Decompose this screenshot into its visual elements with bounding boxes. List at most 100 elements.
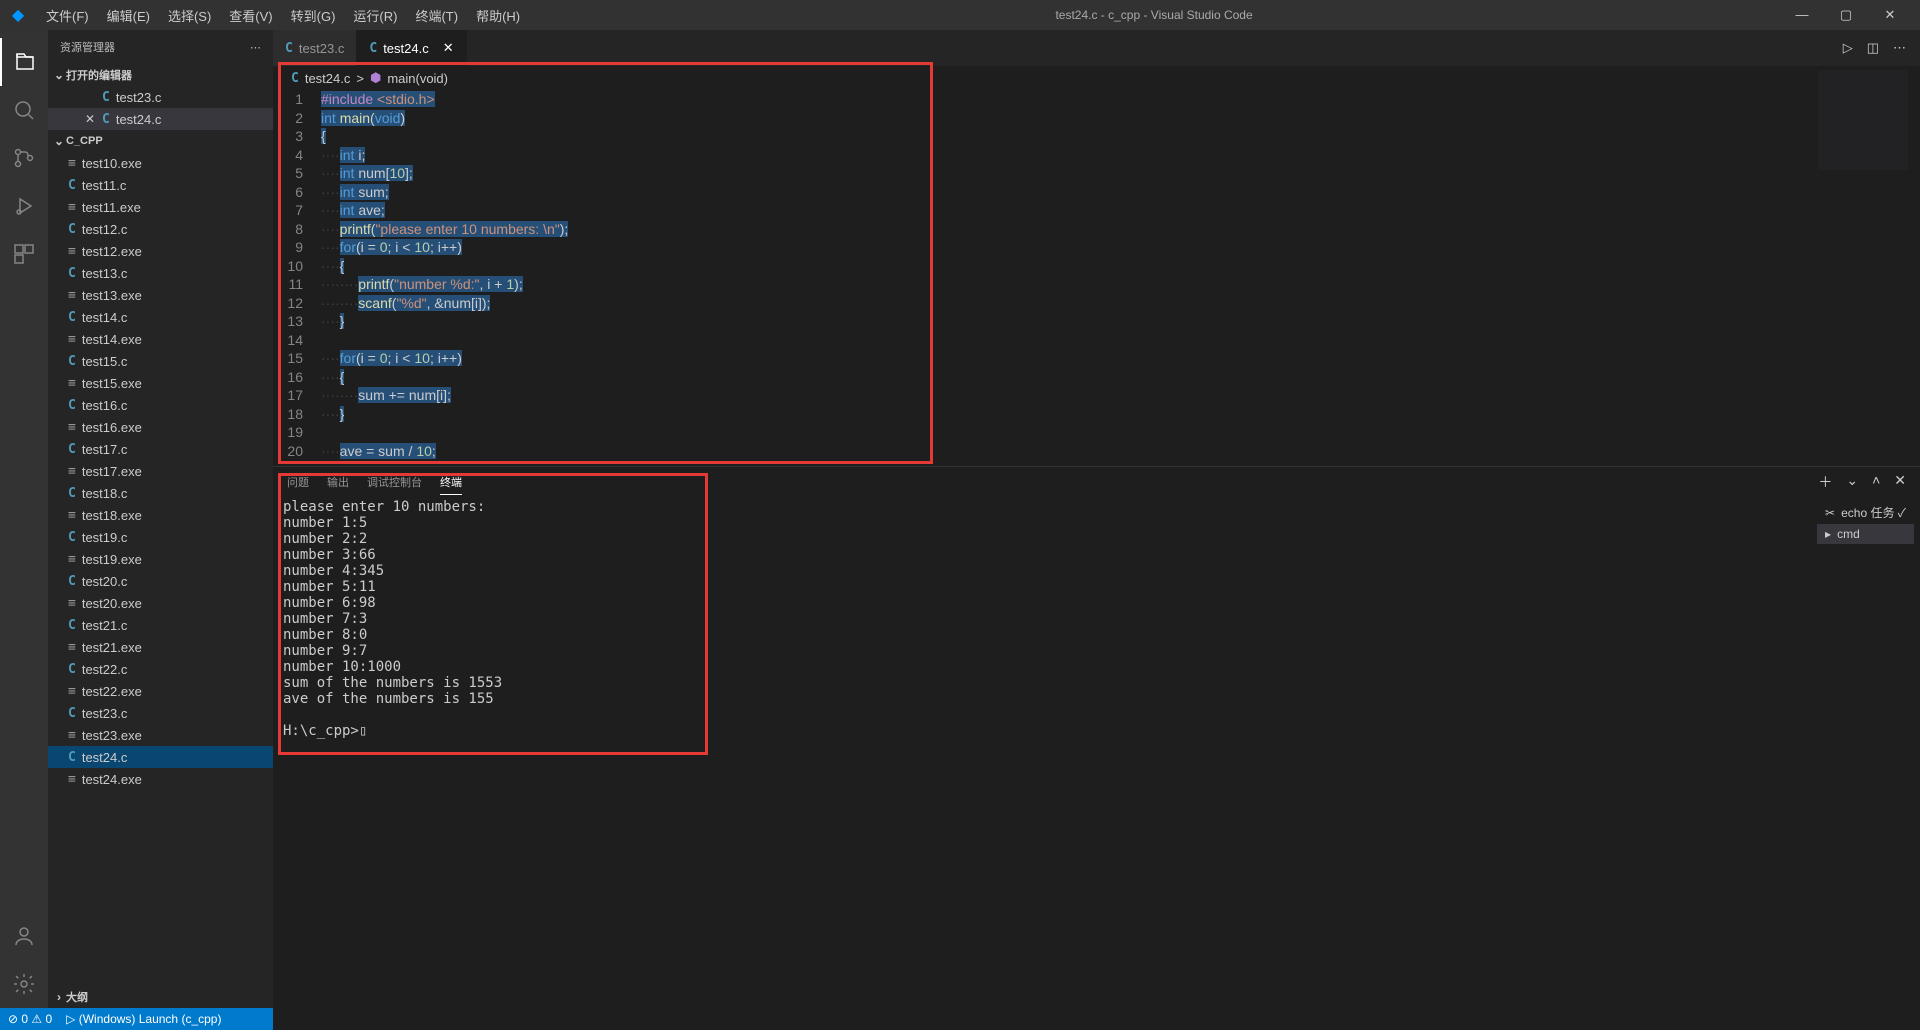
file-tree-item[interactable]: ≡test24.exe [48, 768, 273, 790]
editor-tab[interactable]: Ctest24.c✕ [357, 30, 466, 66]
minimize-button[interactable]: — [1790, 7, 1814, 23]
code-line[interactable]: 13····} [273, 312, 1920, 331]
file-name: test24.exe [82, 772, 142, 787]
file-tree-item[interactable]: Ctest18.c [48, 482, 273, 504]
settings-gear-icon[interactable] [0, 960, 48, 1008]
run-debug-icon[interactable] [0, 182, 48, 230]
search-icon[interactable] [0, 86, 48, 134]
file-tree-item[interactable]: ≡test23.exe [48, 724, 273, 746]
code-line[interactable]: 3{ [273, 127, 1920, 146]
code-line[interactable]: 12········scanf("%d", &num[i]); [273, 294, 1920, 313]
file-tree-item[interactable]: ≡test18.exe [48, 504, 273, 526]
code-line[interactable]: 16····{ [273, 368, 1920, 387]
status-problems[interactable]: ⊘ 0 ⚠ 0 [8, 1012, 52, 1026]
file-tree-item[interactable]: Ctest20.c [48, 570, 273, 592]
file-tree-item[interactable]: Ctest14.c [48, 306, 273, 328]
code-line[interactable]: 6····int sum; [273, 183, 1920, 202]
file-tree-item[interactable]: Ctest16.c [48, 394, 273, 416]
menu-item[interactable]: 转到(G) [283, 2, 344, 29]
code-line[interactable]: 20····ave = sum / 10; [273, 442, 1920, 461]
panel: 问题输出调试控制台终端 ＋ ⌄ ˄ ✕ please enter 10 numb… [273, 466, 1920, 1030]
code-line[interactable]: 5····int num[10]; [273, 164, 1920, 183]
code-line[interactable]: 19 [273, 423, 1920, 442]
panel-tab[interactable]: 问题 [287, 470, 309, 494]
code-line[interactable]: 4····int i; [273, 146, 1920, 165]
file-tree-item[interactable]: Ctest12.c [48, 218, 273, 240]
file-tree-item[interactable]: ≡test13.exe [48, 284, 273, 306]
file-tree-item[interactable]: Ctest13.c [48, 262, 273, 284]
folder-header[interactable]: ⌄ C_CPP [48, 130, 273, 152]
file-tree-item[interactable]: ≡test21.exe [48, 636, 273, 658]
menu-item[interactable]: 查看(V) [221, 2, 280, 29]
accounts-icon[interactable] [0, 912, 48, 960]
panel-tab[interactable]: 调试控制台 [367, 470, 422, 494]
file-tree-item[interactable]: ≡test20.exe [48, 592, 273, 614]
open-editor-item[interactable]: ✕Ctest24.c [48, 108, 273, 130]
menu-item[interactable]: 终端(T) [407, 2, 466, 29]
terminal-dropdown-icon[interactable]: ⌄ [1846, 468, 1858, 496]
code-line[interactable]: 18····} [273, 405, 1920, 424]
code-line[interactable]: 14 [273, 331, 1920, 350]
open-editors-header[interactable]: ⌄ 打开的编辑器 [48, 64, 273, 86]
status-launch[interactable]: ▷ (Windows) Launch (c_cpp) [66, 1012, 221, 1026]
more-icon[interactable]: ⋯ [250, 41, 261, 54]
run-icon[interactable]: ▷ [1843, 40, 1853, 56]
more-icon[interactable]: ⋯ [1893, 40, 1906, 56]
close-tab-icon[interactable]: ✕ [443, 40, 454, 56]
code-line[interactable]: 7····int ave; [273, 201, 1920, 220]
file-tree-item[interactable]: ≡test11.exe [48, 196, 273, 218]
file-tree-item[interactable]: ≡test10.exe [48, 152, 273, 174]
new-terminal-icon[interactable]: ＋ [1818, 468, 1832, 496]
file-tree-item[interactable]: Ctest21.c [48, 614, 273, 636]
minimap[interactable] [1818, 70, 1908, 170]
terminal-shell[interactable]: ▸ cmd [1817, 524, 1914, 544]
panel-tab[interactable]: 输出 [327, 470, 349, 494]
outline-header[interactable]: › 大纲 [48, 986, 273, 1008]
file-name: test16.exe [82, 420, 142, 435]
code-line[interactable]: 2int main(void) [273, 109, 1920, 128]
terminal-task[interactable]: ✂ echo 任务 ✓ [1817, 501, 1914, 524]
code-line[interactable]: 11········printf("number %d:", i + 1); [273, 275, 1920, 294]
split-editor-icon[interactable]: ◫ [1867, 40, 1879, 56]
file-tree-item[interactable]: ≡test15.exe [48, 372, 273, 394]
file-tree-item[interactable]: Ctest17.c [48, 438, 273, 460]
source-control-icon[interactable] [0, 134, 48, 182]
code-line[interactable]: 10····{ [273, 257, 1920, 276]
maximize-panel-icon[interactable]: ˄ [1872, 468, 1880, 496]
explorer-icon[interactable] [0, 38, 48, 86]
menu-item[interactable]: 选择(S) [160, 2, 219, 29]
code-line[interactable]: 15····for(i = 0; i < 10; i++) [273, 349, 1920, 368]
editor-tab[interactable]: Ctest23.c [273, 30, 357, 66]
code-line[interactable]: 1#include <stdio.h> [273, 90, 1920, 109]
file-tree-item[interactable]: ≡test14.exe [48, 328, 273, 350]
file-tree-item[interactable]: ≡test22.exe [48, 680, 273, 702]
menu-item[interactable]: 编辑(E) [99, 2, 158, 29]
code-line[interactable]: 17········sum += num[i]; [273, 386, 1920, 405]
code-line[interactable]: 8····printf("please enter 10 numbers: \n… [273, 220, 1920, 239]
menu-item[interactable]: 文件(F) [38, 2, 97, 29]
terminal-output[interactable]: please enter 10 numbers: number 1:5 numb… [273, 497, 1920, 741]
file-tree-item[interactable]: Ctest19.c [48, 526, 273, 548]
file-tree-item[interactable]: ≡test17.exe [48, 460, 273, 482]
file-tree-item[interactable]: ≡test19.exe [48, 548, 273, 570]
menu-item[interactable]: 帮助(H) [468, 2, 528, 29]
menu-item[interactable]: 运行(R) [345, 2, 405, 29]
panel-tab[interactable]: 终端 [440, 470, 462, 495]
file-tree-item[interactable]: Ctest11.c [48, 174, 273, 196]
file-tree-item[interactable]: ≡test16.exe [48, 416, 273, 438]
code-line[interactable]: 9····for(i = 0; i < 10; i++) [273, 238, 1920, 257]
breadcrumb[interactable]: C test24.c > ⬢ main(void) [273, 66, 1920, 90]
close-panel-icon[interactable]: ✕ [1894, 468, 1906, 496]
close-button[interactable]: ✕ [1878, 7, 1902, 23]
extensions-icon[interactable] [0, 230, 48, 278]
file-tree-item[interactable]: Ctest15.c [48, 350, 273, 372]
file-tree-item[interactable]: ≡test12.exe [48, 240, 273, 262]
close-icon[interactable]: ✕ [84, 112, 96, 126]
maximize-button[interactable]: ▢ [1834, 7, 1858, 23]
file-tree-item[interactable]: Ctest22.c [48, 658, 273, 680]
open-editor-item[interactable]: Ctest23.c [48, 86, 273, 108]
file-tree-item[interactable]: Ctest23.c [48, 702, 273, 724]
c-file-icon: C [68, 618, 76, 633]
file-tree-item[interactable]: Ctest24.c [48, 746, 273, 768]
code-editor[interactable]: 1#include <stdio.h>2int main(void)3{4···… [273, 90, 1920, 460]
